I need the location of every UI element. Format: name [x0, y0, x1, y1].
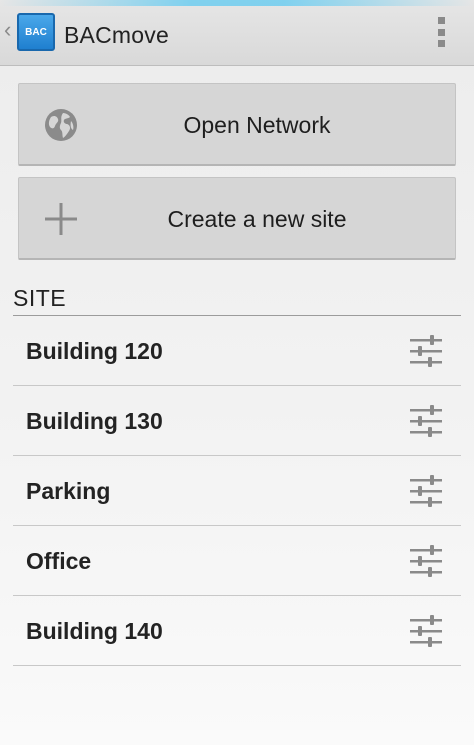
- site-name: Building 120: [26, 338, 163, 364]
- overflow-dot: [437, 40, 445, 47]
- settings-sliders-icon[interactable]: [408, 333, 444, 369]
- overflow-dot: [437, 28, 445, 36]
- site-name: Building 130: [26, 408, 163, 434]
- settings-sliders-icon[interactable]: [408, 403, 444, 439]
- settings-sliders-icon[interactable]: [408, 543, 444, 579]
- settings-sliders-icon[interactable]: [408, 473, 444, 509]
- open-network-button[interactable]: Open Network: [18, 83, 456, 166]
- site-row[interactable]: Building 120: [13, 316, 461, 386]
- site-name: Parking: [26, 478, 111, 504]
- screen: ‹ BAC BACmove Open Network Create a new …: [0, 0, 474, 745]
- create-site-label: Create a new site: [167, 206, 347, 232]
- app-icon[interactable]: BAC: [17, 13, 55, 51]
- status-glow: [0, 0, 474, 6]
- overflow-menu-icon[interactable]: [436, 17, 446, 47]
- chevron-left-icon[interactable]: ‹: [4, 17, 16, 43]
- section-header-site: SITE: [13, 285, 67, 311]
- site-row[interactable]: Office: [13, 526, 461, 596]
- action-bar: ‹ BAC BACmove: [0, 0, 474, 66]
- create-site-button[interactable]: Create a new site: [18, 177, 456, 260]
- site-row[interactable]: Parking: [13, 456, 461, 526]
- site-name: Office: [26, 548, 92, 574]
- settings-sliders-icon[interactable]: [408, 613, 444, 649]
- app-title: BACmove: [64, 22, 169, 48]
- site-list: Building 120 Building 130 Parking Office…: [13, 316, 461, 666]
- open-network-label: Open Network: [183, 112, 331, 138]
- app-icon-text: BAC: [25, 26, 47, 38]
- site-row[interactable]: Building 140: [13, 596, 461, 666]
- site-row[interactable]: Building 130: [13, 386, 461, 456]
- site-name: Building 140: [26, 618, 163, 644]
- overflow-dot: [437, 17, 445, 24]
